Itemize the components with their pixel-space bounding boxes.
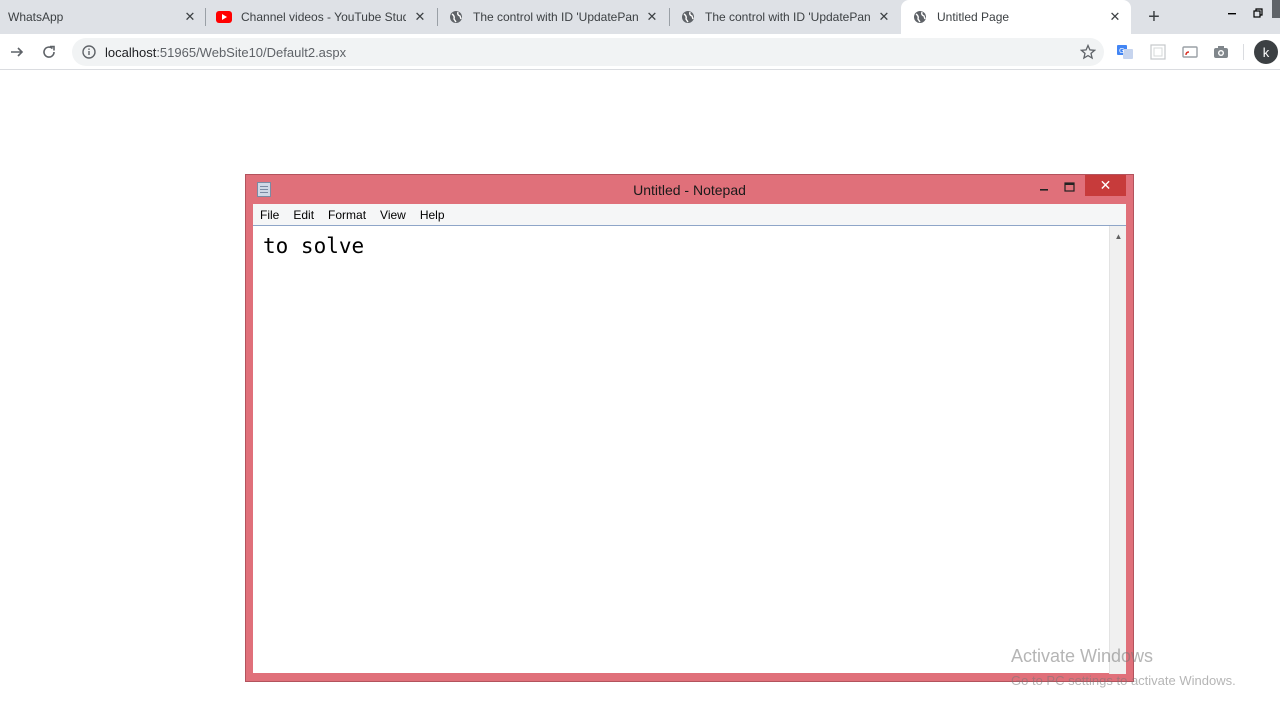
- translate-extension-icon[interactable]: G: [1117, 44, 1133, 60]
- toolbar-divider: [1243, 44, 1244, 60]
- close-icon[interactable]: ✕: [644, 9, 660, 25]
- tab-updatepanel-1[interactable]: The control with ID 'UpdatePane ✕: [448, 0, 660, 34]
- close-icon: ✕: [1099, 177, 1112, 193]
- menu-view[interactable]: View: [373, 208, 413, 222]
- minimize-window-button[interactable]: [1224, 0, 1240, 26]
- tab-separator: [669, 8, 670, 26]
- url-text: localhost:51965/WebSite10/Default2.aspx: [105, 45, 346, 60]
- maximize-icon: [1063, 182, 1075, 192]
- watermark-subtitle: Go to PC settings to activate Windows.: [1011, 673, 1236, 688]
- tab-title: The control with ID 'UpdatePane: [473, 10, 638, 24]
- scroll-up-arrow-icon[interactable]: ▲: [1110, 228, 1127, 244]
- close-icon[interactable]: ✕: [182, 9, 198, 25]
- tab-title: Untitled Page: [937, 10, 1010, 24]
- tab-title: WhatsApp: [8, 10, 64, 24]
- restore-icon: [1253, 8, 1263, 18]
- notepad-titlebar[interactable]: Untitled - Notepad ✕: [246, 175, 1133, 204]
- notepad-content: to solve: [263, 234, 365, 258]
- forward-button[interactable]: [5, 40, 29, 64]
- youtube-icon: [216, 9, 232, 25]
- menu-edit[interactable]: Edit: [286, 208, 321, 222]
- notepad-maximize-button[interactable]: [1059, 177, 1079, 197]
- tab-separator: [205, 8, 206, 26]
- minimize-icon: [1228, 13, 1236, 15]
- notepad-text-area[interactable]: to solve ▲: [253, 225, 1126, 674]
- minimize-icon: [1040, 189, 1048, 191]
- notepad-close-button[interactable]: ✕: [1085, 175, 1126, 196]
- notepad-menubar: File Edit Format View Help: [253, 204, 1126, 225]
- globe-icon: [448, 9, 464, 25]
- tab-title: The control with ID 'UpdatePane: [705, 10, 870, 24]
- window-close-edge[interactable]: [1272, 0, 1280, 18]
- tab-separator: [437, 8, 438, 26]
- menu-help[interactable]: Help: [413, 208, 452, 222]
- profile-avatar[interactable]: k: [1254, 40, 1278, 64]
- menu-file[interactable]: File: [253, 208, 286, 222]
- menu-format[interactable]: Format: [321, 208, 373, 222]
- url-path: :51965/WebSite10/Default2.aspx: [156, 44, 347, 60]
- notepad-title: Untitled - Notepad: [633, 182, 746, 198]
- tab-updatepanel-2[interactable]: The control with ID 'UpdatePane ✕: [680, 0, 892, 34]
- activate-windows-watermark: Activate Windows Go to PC settings to ac…: [1011, 646, 1236, 688]
- url-host: localhost: [105, 44, 157, 60]
- globe-icon: [680, 9, 696, 25]
- cast-extension-icon[interactable]: [1182, 44, 1198, 60]
- reload-button[interactable]: [37, 40, 61, 64]
- browser-tabstrip: WhatsApp ✕ Channel videos - YouTube Stud…: [0, 0, 1280, 34]
- tab-whatsapp[interactable]: WhatsApp ✕: [8, 0, 198, 34]
- close-icon[interactable]: ✕: [412, 9, 428, 25]
- bookmark-star-icon[interactable]: [1079, 43, 1097, 60]
- browser-toolbar: localhost:51965/WebSite10/Default2.aspx …: [0, 34, 1280, 70]
- info-icon[interactable]: [81, 44, 97, 60]
- address-bar[interactable]: localhost:51965/WebSite10/Default2.aspx: [72, 38, 1104, 66]
- notepad-window: Untitled - Notepad ✕ File Edit Format Vi…: [245, 174, 1134, 682]
- globe-icon: [912, 9, 928, 25]
- vertical-scrollbar[interactable]: ▲: [1109, 226, 1126, 674]
- tab-untitled-page[interactable]: Untitled Page ✕: [901, 0, 1131, 34]
- notepad-minimize-button[interactable]: [1034, 177, 1054, 197]
- restore-window-button[interactable]: [1250, 0, 1266, 26]
- tab-title: Channel videos - YouTube Studi: [241, 10, 406, 24]
- reload-icon: [43, 45, 55, 58]
- new-tab-button[interactable]: +: [1143, 6, 1165, 28]
- close-icon[interactable]: ✕: [1107, 9, 1123, 25]
- camera-icon[interactable]: [1213, 44, 1229, 60]
- svg-text:G: G: [1119, 47, 1124, 55]
- extension-icon[interactable]: [1150, 44, 1166, 60]
- close-icon[interactable]: ✕: [876, 9, 892, 25]
- arrow-right-icon: [11, 47, 24, 57]
- watermark-title: Activate Windows: [1011, 646, 1154, 666]
- tab-youtube-studio[interactable]: Channel videos - YouTube Studi ✕: [216, 0, 428, 34]
